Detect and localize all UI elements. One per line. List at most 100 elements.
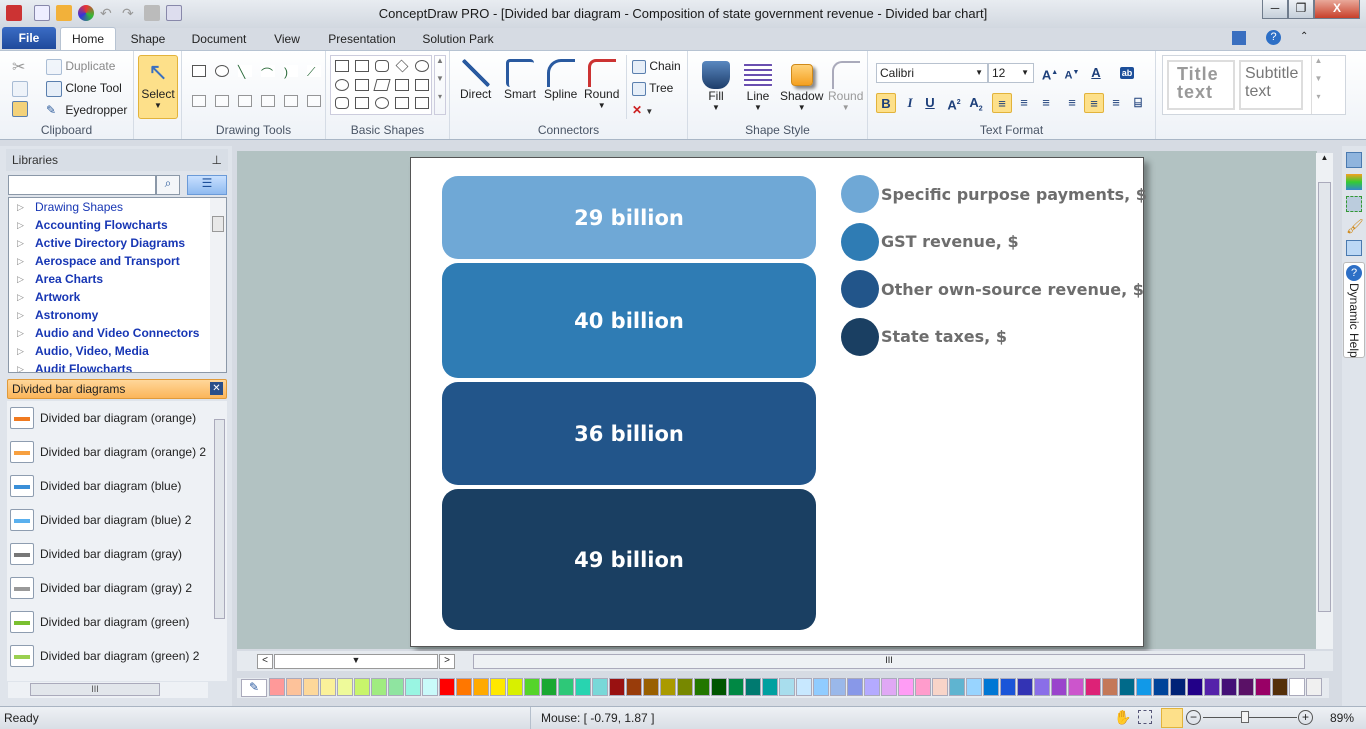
color-swatch[interactable]: [303, 678, 319, 696]
fit-page-icon[interactable]: [1161, 708, 1183, 728]
align-center-icon[interactable]: ≡: [1014, 93, 1034, 113]
color-swatch[interactable]: [1255, 678, 1271, 696]
library-shape[interactable]: Divided bar diagram (blue) 2: [7, 503, 212, 537]
color-swatch[interactable]: [1272, 678, 1288, 696]
page-select[interactable]: ▼: [274, 654, 438, 669]
color-picker-icon[interactable]: ✎: [241, 679, 267, 697]
pages-icon[interactable]: [1346, 152, 1362, 168]
tab-view[interactable]: View: [266, 28, 308, 50]
color-swatch[interactable]: [694, 678, 710, 696]
align-right-icon[interactable]: ≡: [1036, 93, 1056, 113]
layers-icon[interactable]: [1346, 174, 1362, 190]
bold-button[interactable]: B: [876, 93, 896, 113]
underline-button[interactable]: U: [920, 93, 940, 113]
tab-home[interactable]: Home: [60, 27, 116, 51]
library-item[interactable]: Audio and Video Connectors: [9, 324, 226, 342]
library-item[interactable]: Artwork: [9, 288, 226, 306]
clone-tool-button[interactable]: Clone Tool: [46, 81, 122, 97]
library-item[interactable]: Astronomy: [9, 306, 226, 324]
color-swatch[interactable]: [762, 678, 778, 696]
format-brush-icon[interactable]: 🖌: [1346, 218, 1364, 234]
close-button[interactable]: X: [1314, 0, 1360, 19]
tab-presentation[interactable]: Presentation: [322, 28, 402, 50]
bar-segment[interactable]: 40 billion: [442, 263, 816, 379]
color-swatch[interactable]: [847, 678, 863, 696]
color-swatch[interactable]: [541, 678, 557, 696]
color-swatch[interactable]: [592, 678, 608, 696]
tree-view-toggle-icon[interactable]: ☰: [187, 175, 227, 195]
shapes-hscrollbar[interactable]: III: [8, 682, 208, 698]
maximize-button[interactable]: ❐: [1288, 0, 1314, 19]
dimensions-icon[interactable]: [1346, 240, 1362, 256]
zoom-out-button[interactable]: −: [1186, 710, 1201, 725]
library-shape[interactable]: Divided bar diagram (blue): [7, 469, 212, 503]
minimize-button[interactable]: ─: [1262, 0, 1288, 19]
bar-segment[interactable]: 36 billion: [442, 382, 816, 486]
align-top-icon[interactable]: ≡: [1062, 93, 1082, 113]
styles-scroll[interactable]: ▲ ▼ ▾: [1311, 56, 1325, 114]
color-swatch[interactable]: [796, 678, 812, 696]
font-size-select[interactable]: 12 ▼: [988, 63, 1034, 83]
color-swatch[interactable]: [779, 678, 795, 696]
color-swatch[interactable]: [966, 678, 982, 696]
round-connector-button[interactable]: Round ▼: [584, 59, 619, 110]
color-swatch[interactable]: [1289, 678, 1305, 696]
dynamic-help-tab[interactable]: ? Dynamic Help: [1343, 262, 1365, 358]
library-item[interactable]: Aerospace and Transport: [9, 252, 226, 270]
line-button[interactable]: Line ▼: [744, 61, 772, 112]
color-swatch[interactable]: [337, 678, 353, 696]
chain-button[interactable]: Chain: [632, 59, 681, 74]
library-item[interactable]: Accounting Flowcharts: [9, 216, 226, 234]
color-swatch[interactable]: [286, 678, 302, 696]
library-shape[interactable]: Divided bar diagram (green) 2: [7, 639, 212, 673]
eyedropper-button[interactable]: ✎ Eyedropper: [46, 103, 127, 119]
text-tool-icon[interactable]: [192, 95, 206, 107]
search-icon[interactable]: ⌕: [156, 175, 180, 195]
color-swatch[interactable]: [881, 678, 897, 696]
shapes-scrollbar[interactable]: [212, 401, 227, 681]
library-list[interactable]: Drawing Shapes Accounting Flowcharts Act…: [8, 197, 227, 373]
color-swatch[interactable]: [864, 678, 880, 696]
color-swatch[interactable]: [371, 678, 387, 696]
library-item[interactable]: Active Directory Diagrams: [9, 234, 226, 252]
tool-icon[interactable]: [307, 95, 321, 107]
collapse-ribbon-icon[interactable]: ⌃: [1300, 31, 1308, 42]
color-swatch[interactable]: [932, 678, 948, 696]
color-swatch[interactable]: [813, 678, 829, 696]
pin-icon[interactable]: ⊥: [212, 149, 222, 171]
color-swatch[interactable]: [1238, 678, 1254, 696]
help-icon[interactable]: ?: [1266, 30, 1281, 45]
color-swatch[interactable]: [1306, 678, 1322, 696]
subscript-icon[interactable]: A2: [966, 93, 986, 113]
color-swatch[interactable]: [456, 678, 472, 696]
basic-shapes-gallery[interactable]: [330, 55, 432, 115]
library-shape[interactable]: Divided bar diagram (gray) 2: [7, 571, 212, 605]
fill-button[interactable]: Fill ▼: [702, 61, 730, 112]
cut-icon[interactable]: ✂: [12, 57, 25, 77]
grow-font-icon[interactable]: A▲: [1040, 63, 1060, 83]
color-swatch[interactable]: [626, 678, 642, 696]
bar-segment[interactable]: 29 billion: [442, 176, 816, 260]
font-family-select[interactable]: Calibri ▼: [876, 63, 988, 83]
color-swatch[interactable]: [1017, 678, 1033, 696]
color-swatch[interactable]: [354, 678, 370, 696]
rectangle-tool-icon[interactable]: [192, 65, 206, 77]
color-swatch[interactable]: [915, 678, 931, 696]
polyline-tool-icon[interactable]: ⟋: [307, 65, 321, 79]
color-swatch[interactable]: [609, 678, 625, 696]
zoom-slider[interactable]: [1203, 717, 1297, 718]
paste-icon[interactable]: [12, 101, 28, 117]
zoom-slider-thumb[interactable]: [1241, 711, 1250, 723]
tool-icon[interactable]: [261, 95, 275, 107]
color-swatch[interactable]: [745, 678, 761, 696]
library-item[interactable]: Audit Flowcharts: [9, 360, 226, 372]
round-corners-button[interactable]: Round ▼: [828, 61, 863, 112]
smart-connector-button[interactable]: Smart: [504, 59, 536, 101]
superscript-icon[interactable]: A2: [944, 93, 964, 113]
shrink-font-icon[interactable]: A▼: [1062, 63, 1082, 83]
color-swatch[interactable]: [1000, 678, 1016, 696]
color-swatch[interactable]: [728, 678, 744, 696]
vertical-scrollbar[interactable]: ▲: [1316, 153, 1333, 649]
tab-document[interactable]: Document: [186, 28, 252, 50]
color-swatch[interactable]: [677, 678, 693, 696]
